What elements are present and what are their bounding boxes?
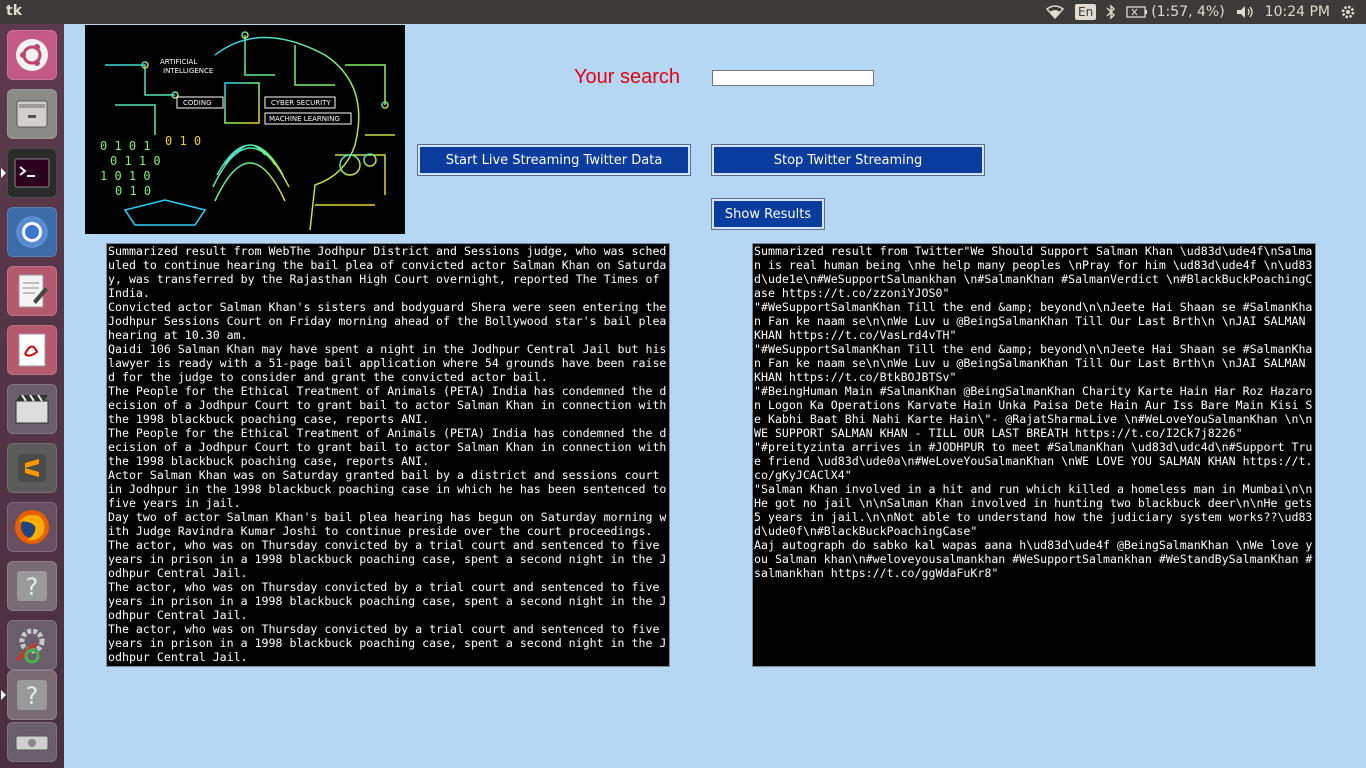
web-results-panel[interactable]: Summarized result from WebThe Jodhpur Di… [106,243,670,667]
launcher: ? ? [0,24,64,768]
text-editor-icon [18,274,48,308]
launcher-system-settings-button[interactable] [7,620,57,670]
banner-word-ai: ARTIFICIAL [160,58,197,66]
launcher-terminal-button[interactable] [7,148,57,198]
document-viewer-icon [18,333,46,367]
show-results-button[interactable]: Show Results [711,198,825,230]
disk-drive-icon [15,735,49,751]
launcher-unknown-app-button-2[interactable]: ? [7,670,57,720]
svg-text:0 1 1 0: 0 1 1 0 [110,154,161,168]
battery-text: (1:57, 4%) [1151,4,1225,20]
ubuntu-logo-icon [16,39,48,71]
wifi-icon[interactable] [1045,5,1065,19]
launcher-text-editor-button[interactable] [7,266,57,316]
launcher-video-editor-button[interactable] [7,384,57,434]
launcher-disk-drive-button[interactable] [7,722,57,762]
banner-word-cyber-security: CYBER SECURITY [271,99,331,107]
volume-icon[interactable] [1235,5,1255,19]
launcher-unknown-app-button[interactable]: ? [7,561,57,611]
clock[interactable]: 10:24 PM [1265,4,1330,20]
system-settings-icon [15,628,45,664]
start-streaming-button[interactable]: Start Live Streaming Twitter Data [417,144,691,176]
launcher-sublime-text-button[interactable] [7,443,57,493]
launcher-firefox-button[interactable] [7,502,57,552]
ai-banner-image: 0 1 0 10 1 1 01 0 1 00 1 0 0 1 0 ARTIFIC… [85,25,405,234]
launcher-files-button[interactable] [7,89,57,139]
search-input[interactable] [712,70,874,86]
battery-icon [1126,6,1148,18]
launcher-ubuntu-button[interactable] [7,30,57,80]
svg-text:0 1 0 1: 0 1 0 1 [100,139,151,153]
twitter-results-panel[interactable]: Summarized result from Twitter"We Should… [752,243,1316,667]
sublime-text-icon [18,454,46,482]
launcher-document-viewer-button[interactable] [7,325,57,375]
search-label: Your search [574,66,680,88]
bluetooth-icon[interactable] [1106,4,1116,20]
files-icon [16,100,48,128]
banner-word-intelligence: INTELLIGENCE [163,67,213,75]
svg-text:0 1 0: 0 1 0 [165,134,201,148]
svg-text:?: ? [26,573,39,601]
app-title: tk [6,3,23,19]
svg-text:0 1 0: 0 1 0 [115,184,151,198]
svg-text:1 0 1 0: 1 0 1 0 [100,169,151,183]
banner-word-coding: CODING [183,99,212,107]
unknown-app-icon: ? [17,680,47,710]
battery-indicator[interactable]: (1:57, 4%) [1126,4,1225,20]
system-tray: En (1:57, 4%) 10:24 PM [1045,0,1366,24]
chromium-icon [16,216,48,248]
launcher-chromium-button[interactable] [7,207,57,257]
stop-streaming-button[interactable]: Stop Twitter Streaming [711,144,985,176]
banner-word-machine-learning: MACHINE LEARNING [269,115,340,123]
firefox-icon [15,510,49,544]
terminal-icon [14,158,50,188]
svg-text:?: ? [26,682,39,710]
video-editor-icon [15,394,49,424]
gear-icon[interactable] [1340,4,1356,20]
top-panel: tk En (1:57, 4%) 10:24 PM [0,0,1366,24]
unknown-app-icon: ? [17,571,47,601]
keyboard-layout-indicator[interactable]: En [1075,4,1097,20]
